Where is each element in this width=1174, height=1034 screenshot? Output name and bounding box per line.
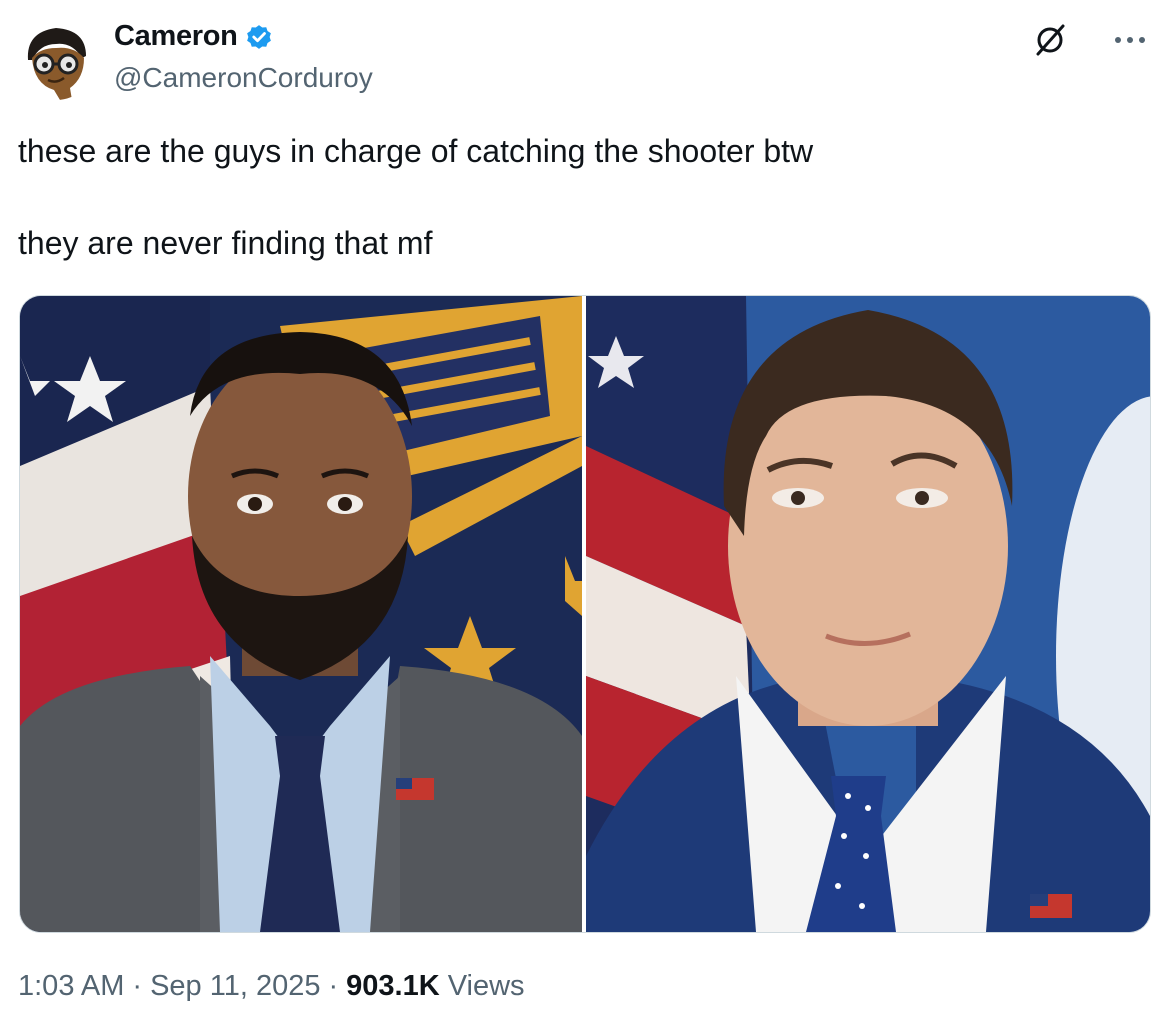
grok-icon[interactable] bbox=[1032, 22, 1068, 58]
cartoon-avatar-icon[interactable] bbox=[16, 20, 96, 100]
more-options-icon[interactable] bbox=[1108, 22, 1152, 58]
author-name-row: Cameron bbox=[114, 20, 274, 53]
tweet-time[interactable]: 1:03 AM bbox=[18, 970, 124, 1002]
media-grid bbox=[19, 295, 1151, 933]
meta-separator: · bbox=[328, 970, 339, 1002]
tweet-meta: 1:03 AM · Sep 11, 2025 · 903.1K Views bbox=[18, 970, 525, 1003]
tweet-header: Cameron @CameronCorduroy bbox=[0, 0, 1174, 110]
author-handle[interactable]: @CameronCorduroy bbox=[114, 62, 373, 94]
tweet-date[interactable]: Sep 11, 2025 bbox=[150, 970, 320, 1002]
author-name[interactable]: Cameron bbox=[114, 20, 238, 53]
views-label: Views bbox=[447, 970, 525, 1002]
tweet-text-line-1: these are the guys in charge of catching… bbox=[18, 133, 814, 169]
photo-man-gray-suit[interactable] bbox=[20, 296, 582, 932]
views-count[interactable]: 903.1K bbox=[346, 970, 440, 1002]
meta-separator: · bbox=[132, 970, 143, 1002]
tweet-text-line-2: they are never finding that mf bbox=[18, 225, 433, 261]
photo-man-navy-suit[interactable] bbox=[586, 296, 1150, 932]
tweet-text: these are the guys in charge of catching… bbox=[18, 128, 1148, 266]
verified-badge-icon[interactable] bbox=[244, 22, 274, 52]
